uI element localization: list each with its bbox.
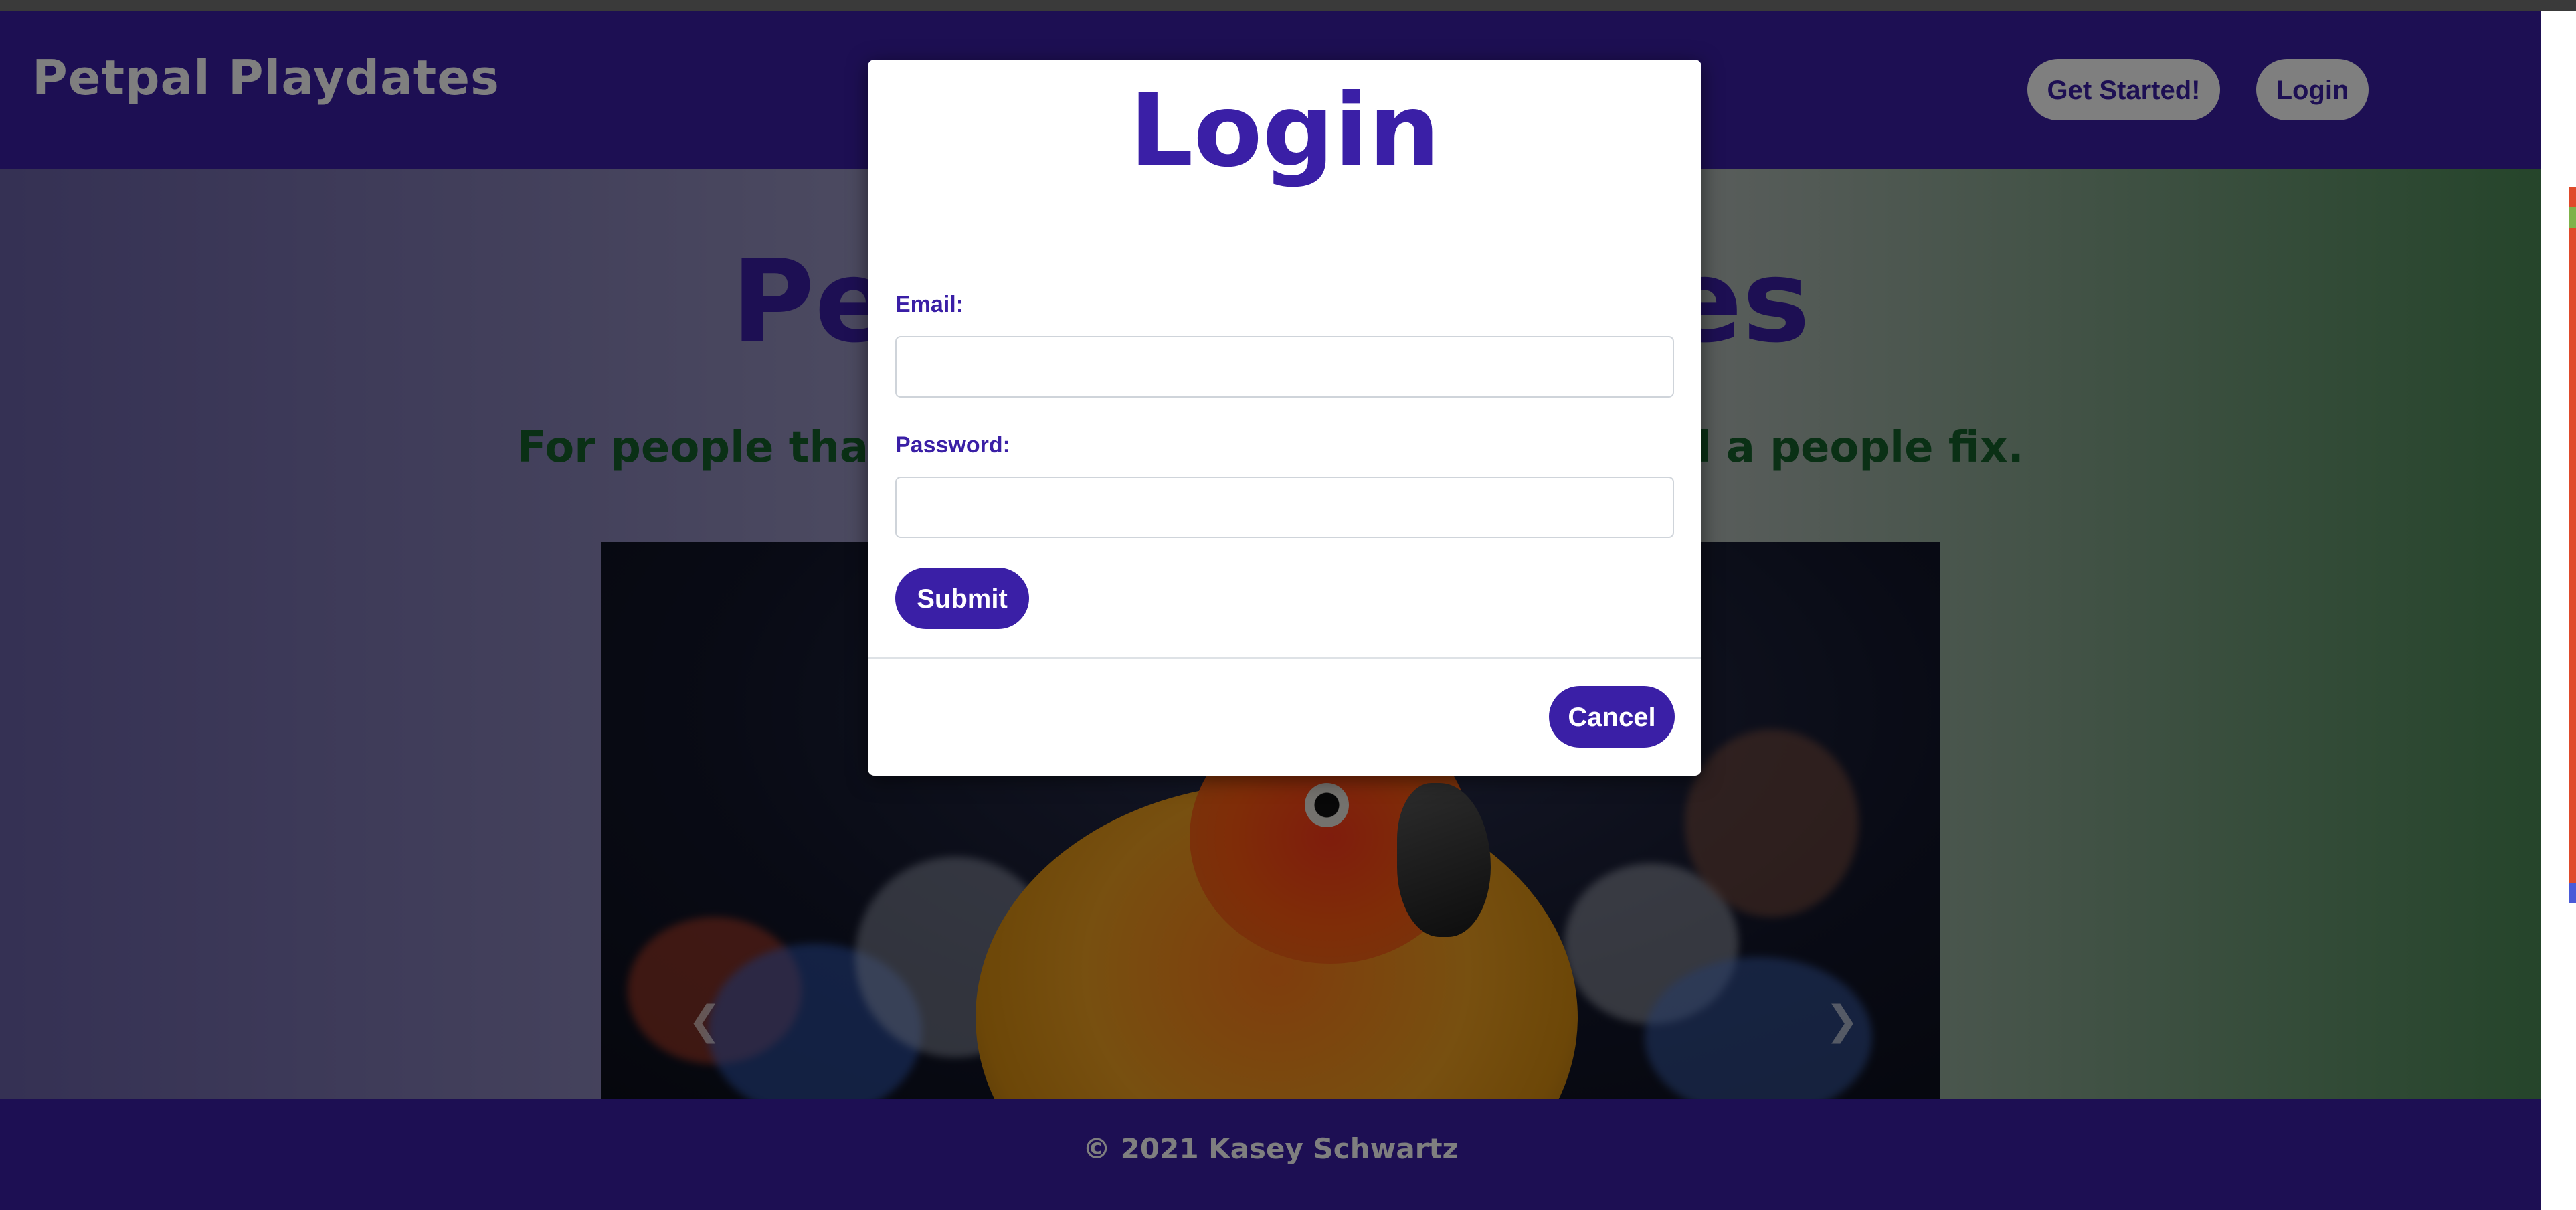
- scrollbar-marker: [2569, 883, 2576, 903]
- scrollbar-marker: [2569, 228, 2576, 883]
- modal-title: Login: [1129, 73, 1441, 189]
- modal-divider: [868, 657, 1701, 659]
- email-field[interactable]: [895, 336, 1674, 398]
- submit-button[interactable]: Submit: [895, 568, 1029, 629]
- browser-top-strip: [0, 0, 2576, 11]
- scrollbar-marker: [2569, 207, 2576, 228]
- email-label: Email:: [895, 292, 964, 317]
- scrollbar-marker: [2569, 187, 2576, 207]
- password-label: Password:: [895, 432, 1010, 458]
- cancel-button[interactable]: Cancel: [1549, 686, 1675, 748]
- login-modal: Login Email: Password: Submit Cancel: [868, 60, 1701, 776]
- password-field[interactable]: [895, 477, 1674, 538]
